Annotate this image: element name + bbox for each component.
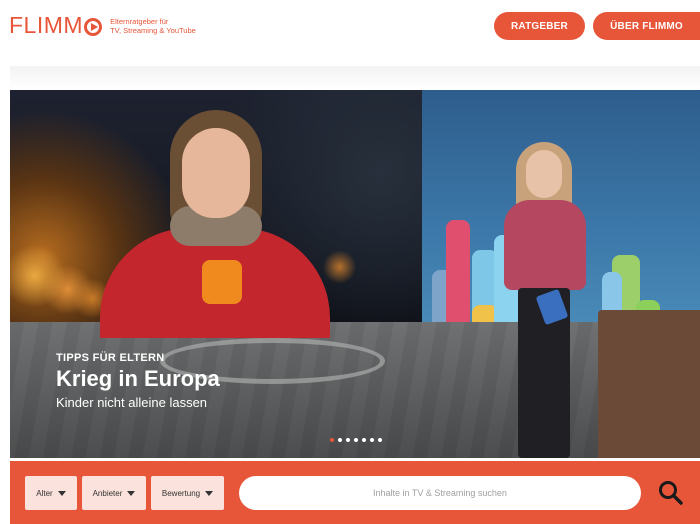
- nav-ratgeber-button[interactable]: RATGEBER: [494, 12, 585, 40]
- studio-desk: [598, 310, 700, 458]
- tagline-line-2: TV, Streaming & YouTube: [110, 25, 196, 35]
- hero-subtitle: Kinder nicht alleine lassen: [56, 395, 208, 410]
- slider-dot[interactable]: [338, 438, 342, 442]
- header-divider: [10, 66, 700, 90]
- caret-down-icon: [127, 490, 136, 496]
- slider-dot[interactable]: [354, 438, 358, 442]
- slider-dot[interactable]: [370, 438, 374, 442]
- nav-ueber-flimmo-button[interactable]: ÜBER FLIMMO: [593, 12, 700, 40]
- site-header: FLIMM Elternratgeber für TV, Streaming &…: [0, 0, 700, 62]
- filter-anbieter-dropdown[interactable]: Anbieter: [82, 476, 146, 510]
- flimmo-logo[interactable]: FLIMM Elternratgeber für TV, Streaming &…: [9, 14, 196, 37]
- caret-down-icon: [57, 490, 66, 496]
- slider-dot[interactable]: [330, 438, 334, 442]
- slider-dot[interactable]: [362, 438, 366, 442]
- slider-dot[interactable]: [346, 438, 350, 442]
- filter-bewertung-label: Bewertung: [161, 488, 201, 498]
- studio-bar: [446, 220, 470, 330]
- hero-kicker: TIPPS FÜR ELTERN: [56, 352, 165, 364]
- presenter-figure: [498, 142, 588, 458]
- logo-tagline: Elternratgeber für TV, Streaming & YouTu…: [110, 17, 196, 35]
- filter-anbieter-label: Anbieter: [92, 488, 123, 498]
- filter-bewertung-dropdown[interactable]: Bewertung: [151, 476, 224, 510]
- slider-dot[interactable]: [378, 438, 382, 442]
- tagline-line-1: Elternratgeber für: [110, 16, 169, 26]
- search-icon: [659, 481, 683, 505]
- reporter-face: [182, 128, 250, 218]
- filter-alter-dropdown[interactable]: Alter: [25, 476, 77, 510]
- search-button[interactable]: [656, 478, 686, 508]
- filter-alter-label: Alter: [36, 488, 53, 498]
- hero-caption[interactable]: TIPPS FÜR ELTERN Krieg in Europa Kinder …: [56, 352, 220, 410]
- slider-pagination: [330, 438, 382, 442]
- microphone-icon: [202, 260, 242, 304]
- logo-play-icon: [84, 17, 103, 36]
- presenter-sweater: [504, 200, 586, 290]
- reporter-figure: [100, 110, 330, 338]
- logo-wordmark: FLIMM: [9, 12, 84, 38]
- search-input[interactable]: [239, 476, 641, 510]
- caret-down-icon: [205, 490, 214, 496]
- hero-slider[interactable]: TIPPS FÜR ELTERN Krieg in Europa Kinder …: [10, 90, 700, 458]
- presenter-face: [526, 150, 562, 198]
- hero-title[interactable]: Krieg in Europa: [56, 366, 220, 392]
